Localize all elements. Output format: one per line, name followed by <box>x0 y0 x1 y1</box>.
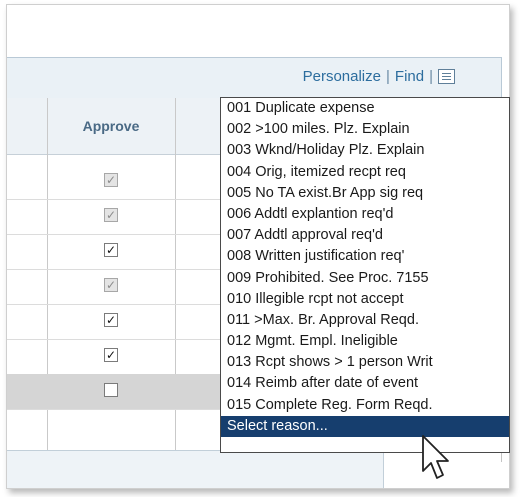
reason-option[interactable]: 013 Rcpt shows > 1 person Writ <box>221 352 509 373</box>
reason-option[interactable]: 014 Reimb after date of event <box>221 373 509 394</box>
reason-option[interactable]: 009 Prohibited. See Proc. 7155 <box>221 268 509 289</box>
approve-checkbox: ✓ <box>104 278 118 292</box>
reason-option[interactable]: 005 No TA exist.Br App sig req <box>221 183 509 204</box>
reason-option[interactable]: 011 >Max. Br. Approval Reqd. <box>221 310 509 331</box>
approve-checkbox[interactable] <box>104 383 118 397</box>
reason-option[interactable]: 007 Addtl approval req'd <box>221 225 509 246</box>
arrow-pointer-icon <box>422 435 449 479</box>
toolbar-separator: | <box>386 68 390 85</box>
reason-option[interactable]: 004 Orig, itemized recpt req <box>221 162 509 183</box>
lower-section-bar <box>7 450 384 488</box>
reason-option-highlighted[interactable]: Select reason... <box>221 415 509 437</box>
grid-toolbar: Personalize | Find | <box>7 57 502 99</box>
toolbar-links: Personalize | Find | <box>303 68 455 85</box>
personalize-link[interactable]: Personalize <box>303 68 381 85</box>
approve-checkbox: ✓ <box>104 173 118 187</box>
reason-option[interactable]: 002 >100 miles. Plz. Explain <box>221 119 509 140</box>
approve-column-header[interactable]: Approve <box>47 98 175 154</box>
reason-option[interactable]: 008 Written justification req' <box>221 246 509 267</box>
find-link[interactable]: Find <box>395 68 424 85</box>
toolbar-separator: | <box>429 68 433 85</box>
grid-view-icon[interactable] <box>438 69 455 84</box>
reason-option[interactable]: 006 Addtl explantion req'd <box>221 204 509 225</box>
reason-option[interactable]: 003 Wknd/Holiday Plz. Explain <box>221 140 509 161</box>
approve-checkbox[interactable]: ✓ <box>104 313 118 327</box>
reason-dropdown-list[interactable]: 001 Duplicate expense 002 >100 miles. Pl… <box>220 97 510 453</box>
reason-option[interactable]: 010 Illegible rcpt not accept <box>221 289 509 310</box>
approve-checkbox[interactable]: ✓ <box>104 348 118 362</box>
approve-checkbox: ✓ <box>104 208 118 222</box>
reason-option[interactable]: 012 Mgmt. Empl. Ineligible <box>221 331 509 352</box>
reason-option[interactable]: 015 Complete Reg. Form Reqd. <box>221 395 509 416</box>
reason-option[interactable]: 001 Duplicate expense <box>221 98 509 119</box>
approve-checkbox[interactable]: ✓ <box>104 243 118 257</box>
